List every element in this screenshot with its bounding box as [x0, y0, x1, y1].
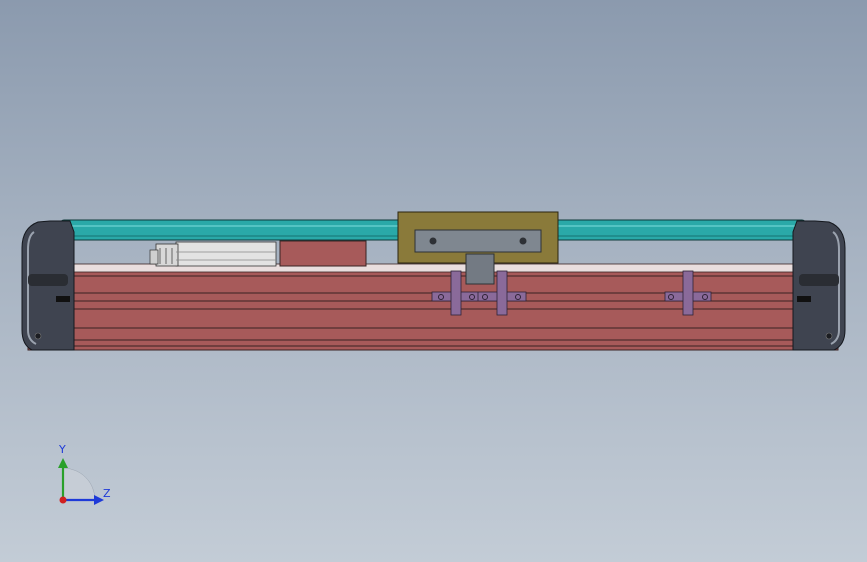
bolt-hole — [429, 237, 437, 245]
orientation-triad[interactable] — [58, 458, 104, 505]
left-end-cap[interactable] — [21, 220, 75, 351]
actuator-base[interactable] — [27, 265, 839, 351]
motor-housing[interactable] — [149, 240, 367, 267]
model-drawing[interactable] — [0, 0, 867, 562]
carriage-bracket — [465, 253, 495, 285]
triad-z-label: Z — [103, 487, 111, 500]
cad-viewport[interactable]: Y Z — [0, 0, 867, 562]
x-axis-dot — [59, 496, 67, 504]
triad-y-label: Y — [59, 443, 66, 456]
right-end-cap[interactable] — [792, 220, 846, 351]
bolt-hole — [519, 237, 527, 245]
